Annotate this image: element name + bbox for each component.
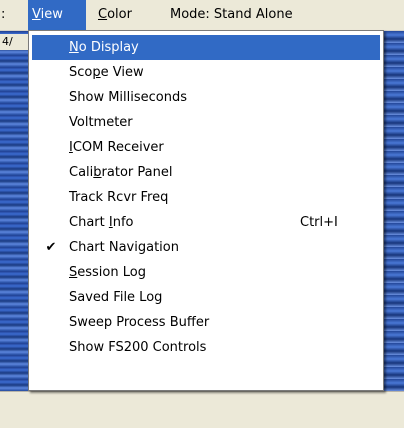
- spectrogram-right-strip: [384, 31, 404, 391]
- menu-item[interactable]: Saved File Log: [32, 285, 380, 310]
- spectrogram-left-strip: [0, 31, 30, 391]
- menu-item-label: Scope View: [69, 65, 144, 80]
- menu-view[interactable]: View: [28, 0, 86, 30]
- checkmark-icon: ✔: [45, 240, 57, 255]
- menu-item[interactable]: ICOM Receiver: [32, 135, 380, 160]
- menu-item[interactable]: Sweep Process Buffer: [32, 310, 380, 335]
- menu-item[interactable]: Show FS200 Controls: [32, 335, 380, 360]
- menu-overflow-dots[interactable]: :: [1, 0, 15, 30]
- menu-item-label: Track Rcvr Freq: [69, 190, 169, 205]
- status-area: [0, 391, 404, 428]
- menu-item[interactable]: Calibrator Panel: [32, 160, 380, 185]
- menu-item[interactable]: Scope View: [32, 60, 380, 85]
- menu-item-label: Show Milliseconds: [69, 90, 188, 105]
- menu-item[interactable]: ✔ Chart Navigation: [32, 235, 380, 260]
- menu-item-label: Chart Info: [69, 215, 134, 230]
- menu-item-label: Sweep Process Buffer: [69, 315, 210, 330]
- background-date-fragment: 4/: [0, 34, 28, 50]
- menu-item-shortcut: Ctrl+I: [300, 215, 338, 230]
- menu-item-label: Chart Navigation: [69, 240, 179, 255]
- menu-item[interactable]: No Display: [32, 35, 380, 60]
- menu-item[interactable]: Show Milliseconds: [32, 85, 380, 110]
- menu-item-label: No Display: [69, 40, 139, 55]
- menu-item[interactable]: Voltmeter: [32, 110, 380, 135]
- menu-item-label: Show FS200 Controls: [69, 340, 207, 355]
- menu-item-label: Session Log: [69, 265, 146, 280]
- menu-item-label: Calibrator Panel: [69, 165, 173, 180]
- view-menu-dropdown: No Display Scope View Show Milliseconds Vol…: [28, 30, 384, 391]
- mode-status-label: Mode: Stand Alone: [170, 7, 293, 22]
- menu-item[interactable]: Chart Info Ctrl+I: [32, 210, 380, 235]
- menu-item[interactable]: Session Log: [32, 260, 380, 285]
- menu-bar: : View Color Mode: Stand Alone: [0, 0, 404, 31]
- menu-item[interactable]: Track Rcvr Freq: [32, 185, 380, 210]
- menu-item-label: ICOM Receiver: [69, 140, 164, 155]
- menu-item-label: Voltmeter: [69, 115, 133, 130]
- menu-item-label: Saved File Log: [69, 290, 163, 305]
- menu-color[interactable]: Color: [98, 0, 158, 30]
